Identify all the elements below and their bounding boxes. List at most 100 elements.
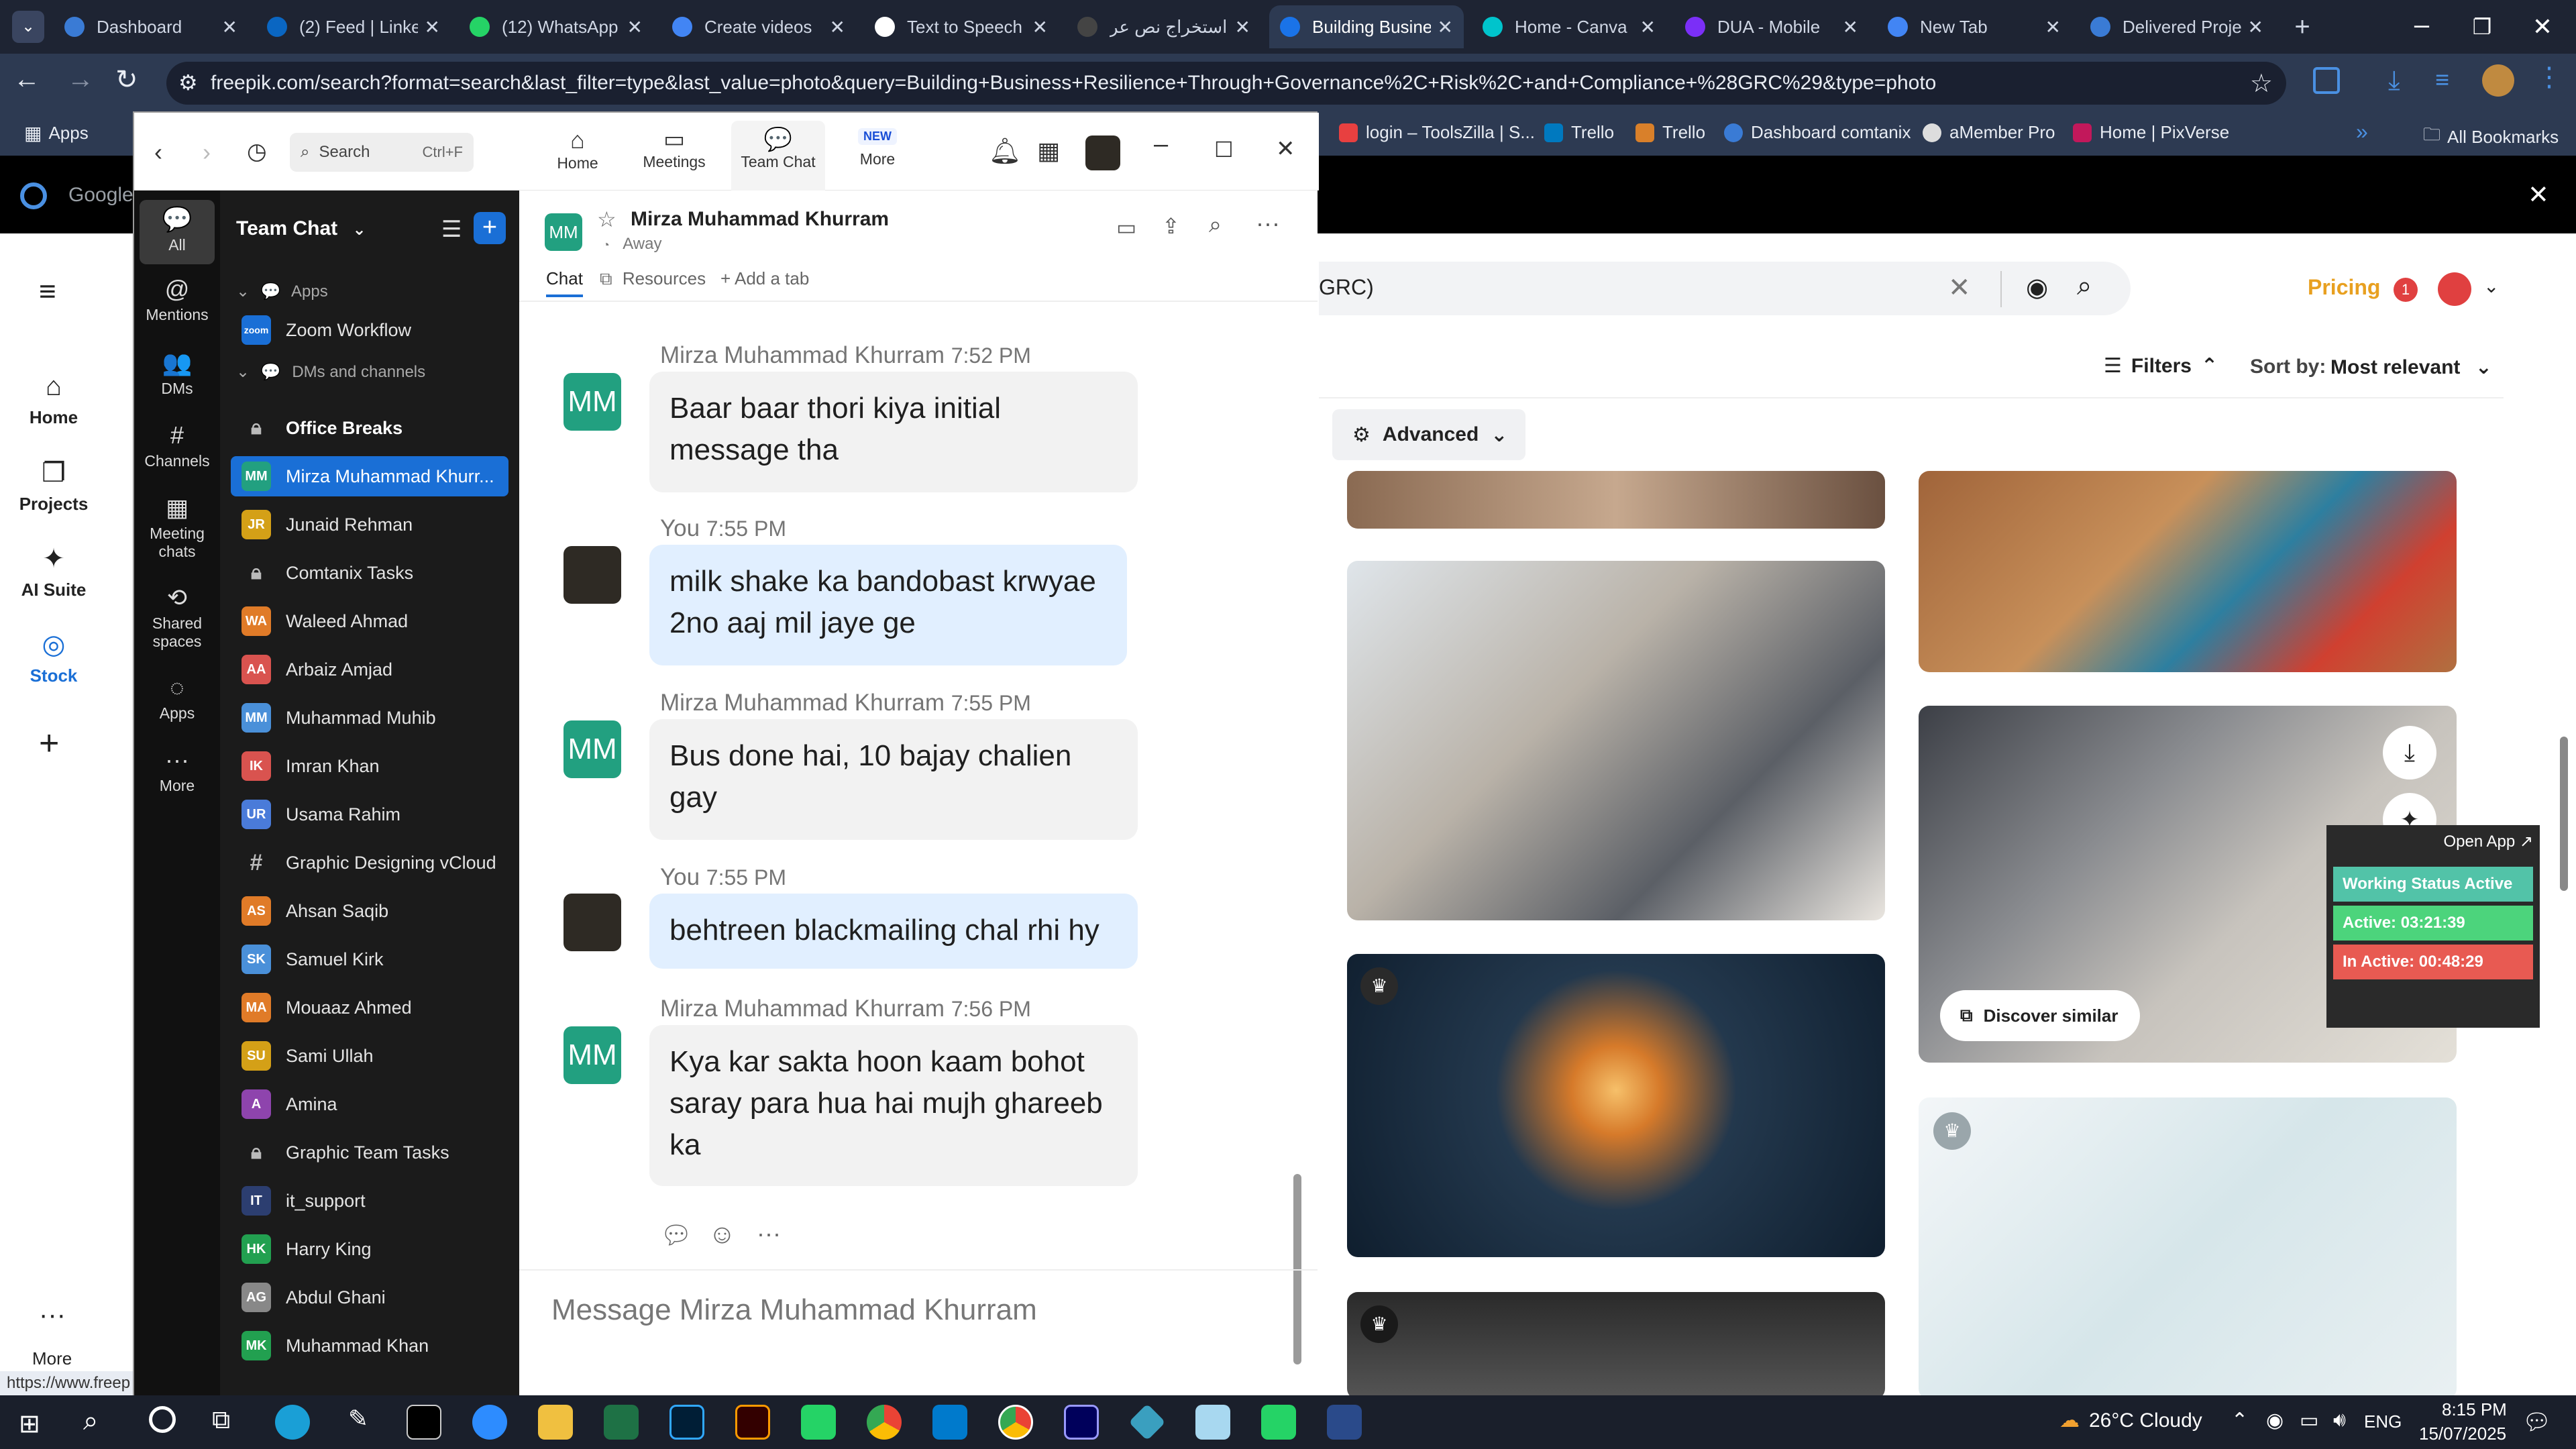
- message-bubble[interactable]: Bus done hai, 10 bajay chalien gay: [649, 719, 1138, 840]
- browser-tab[interactable]: Create videos ✕: [661, 5, 856, 48]
- filters-button[interactable]: ☰ Filters ⌃: [2104, 354, 2218, 378]
- tab-close-icon[interactable]: ✕: [2248, 16, 2263, 38]
- bookmark-item[interactable]: Trello: [1635, 122, 1705, 143]
- nav-meetings[interactable]: ▭ Meetings: [637, 126, 711, 171]
- favorite-star-icon[interactable]: ☆: [597, 207, 616, 232]
- taskbar-photoshop-icon[interactable]: [669, 1405, 704, 1440]
- apps-section-header[interactable]: ⌄ 💬 Apps: [236, 282, 328, 301]
- browser-tab[interactable]: Home - Canva ✕: [1472, 5, 1666, 48]
- bookmarks-overflow-icon[interactable]: »: [2356, 119, 2368, 144]
- bookmark-apps[interactable]: ▦ Apps: [24, 122, 89, 144]
- sender-avatar[interactable]: MM: [564, 373, 621, 431]
- zoom-back-icon[interactable]: ‹: [154, 138, 162, 166]
- list-item[interactable]: WA Waleed Ahmad: [231, 601, 508, 641]
- bookmark-item[interactable]: Home | PixVerse: [2073, 122, 2229, 143]
- history-icon[interactable]: ◷: [247, 138, 267, 165]
- rail-item-shared-spaces[interactable]: ⟲ Shared spaces: [140, 584, 215, 651]
- bookmark-item[interactable]: login – ToolsZilla | S...: [1339, 122, 1535, 143]
- list-item[interactable]: IK Imran Khan: [231, 746, 508, 786]
- filter-icon[interactable]: ☰: [441, 216, 462, 243]
- taskbar-illustrator-icon[interactable]: [735, 1405, 770, 1440]
- rail-item-more[interactable]: ··· More: [140, 746, 215, 795]
- minimize-window-button[interactable]: –: [2402, 7, 2442, 47]
- taskbar-zoom-icon[interactable]: [472, 1405, 507, 1440]
- new-tab-button[interactable]: +: [2288, 12, 2317, 42]
- taskbar-pen-icon[interactable]: ✎: [341, 1405, 376, 1440]
- list-item[interactable]: 🔒︎ Comtanix Tasks: [231, 553, 508, 593]
- rail-item-apps[interactable]: ◌ Apps: [140, 674, 215, 722]
- tab-close-icon[interactable]: ✕: [2045, 16, 2061, 38]
- more-options-icon[interactable]: ···: [757, 1220, 781, 1248]
- volume-icon[interactable]: 🔊︎: [2333, 1409, 2346, 1432]
- tray-overflow-icon[interactable]: ⌃: [2231, 1409, 2248, 1432]
- search-icon[interactable]: ⌕: [2077, 271, 2092, 301]
- list-item[interactable]: UR Usama Rahim: [231, 794, 508, 835]
- browser-tab[interactable]: (2) Feed | Linke ✕: [256, 5, 451, 48]
- forward-icon[interactable]: →: [67, 64, 94, 95]
- calendar-icon[interactable]: ▦: [1037, 137, 1060, 165]
- nav-more[interactable]: NEW More: [844, 126, 911, 168]
- message-bubble[interactable]: milk shake ka bandobast krwyae 2no aaj m…: [649, 545, 1127, 665]
- list-item[interactable]: MA Mouaaz Ahmed: [231, 987, 508, 1028]
- taskbar-premiere-icon[interactable]: [1064, 1405, 1099, 1440]
- taskbar-app-icon[interactable]: [1195, 1405, 1230, 1440]
- taskbar-app-icon[interactable]: [1128, 1403, 1166, 1441]
- browser-tab[interactable]: DUA - Mobile ✕: [1674, 5, 1869, 48]
- browser-tab[interactable]: Building Busine ✕: [1269, 5, 1464, 48]
- contact-avatar[interactable]: MM: [545, 213, 582, 251]
- notification-badge[interactable]: 1: [2394, 278, 2418, 302]
- tab-close-icon[interactable]: ✕: [1032, 16, 1048, 38]
- list-item[interactable]: HK Harry King: [231, 1229, 508, 1269]
- dms-section-header[interactable]: ⌄ 💬 DMs and channels: [236, 362, 425, 382]
- video-call-icon[interactable]: ▭: [1116, 215, 1136, 240]
- result-image[interactable]: [1347, 561, 1885, 920]
- discover-similar-button[interactable]: ⧉ Discover similar: [1940, 990, 2140, 1041]
- message-bubble[interactable]: Kya kar sakta hoon kaam bohot saray para…: [649, 1025, 1138, 1186]
- taskbar-excel-icon[interactable]: [604, 1405, 639, 1440]
- banner-close-icon[interactable]: ✕: [2528, 180, 2549, 210]
- taskbar-chrome-icon[interactable]: [998, 1405, 1033, 1440]
- camera-search-icon[interactable]: ◉: [2026, 272, 2048, 303]
- user-avatar[interactable]: [2438, 272, 2471, 306]
- browser-tab[interactable]: Dashboard ✕: [54, 5, 248, 48]
- sender-avatar[interactable]: MM: [564, 1026, 621, 1084]
- result-image[interactable]: ♛: [1919, 1097, 2457, 1399]
- message-bubble[interactable]: Baar baar thori kiya initial message tha: [649, 372, 1138, 492]
- clock-time[interactable]: 8:15 PM: [2442, 1399, 2507, 1420]
- my-avatar[interactable]: [564, 546, 621, 604]
- tab-close-icon[interactable]: ✕: [1843, 16, 1858, 38]
- meet-now-icon[interactable]: ◉: [2266, 1409, 2284, 1432]
- search-bar[interactable]: [1319, 262, 2131, 315]
- rail-item-all[interactable]: 💬 All: [140, 205, 215, 254]
- browser-tab[interactable]: Delivered Proje ✕: [2080, 5, 2274, 48]
- site-info-icon[interactable]: ⚙: [178, 70, 198, 95]
- sidebar-more-label[interactable]: More: [32, 1348, 72, 1369]
- list-item[interactable]: SU Sami Ullah: [231, 1036, 508, 1076]
- taskbar-terminal-icon[interactable]: [407, 1405, 441, 1440]
- new-chat-button[interactable]: +: [474, 212, 506, 244]
- sidebar-item-stock[interactable]: ◎ Stock: [0, 629, 107, 686]
- chevron-down-icon[interactable]: ⌄: [2483, 275, 2499, 297]
- page-scrollbar[interactable]: [2560, 737, 2568, 891]
- search-icon[interactable]: ⌕: [83, 1406, 98, 1436]
- profile-avatar[interactable]: [2482, 64, 2514, 97]
- search-icon[interactable]: ⌕: [1209, 212, 1222, 238]
- browser-menu-icon[interactable]: ⋮: [2536, 62, 2563, 93]
- tab-chat[interactable]: Chat: [546, 268, 583, 297]
- extensions-icon[interactable]: [2313, 67, 2340, 94]
- language-indicator[interactable]: ENG: [2364, 1411, 2402, 1432]
- list-item[interactable]: A Amina: [231, 1084, 508, 1124]
- message-bubble[interactable]: behtreen blackmailing chal rhi hy: [649, 894, 1138, 969]
- list-item[interactable]: MK Muhammad Khan: [231, 1326, 508, 1366]
- share-screen-icon[interactable]: ⇪: [1162, 213, 1180, 239]
- contact-name[interactable]: Mirza Muhammad Khurram: [631, 208, 889, 231]
- nav-home[interactable]: ⌂ Home: [547, 126, 608, 172]
- taskbar-edge-icon[interactable]: [275, 1405, 310, 1440]
- reply-in-thread-icon[interactable]: 💬︎: [660, 1221, 692, 1250]
- task-view-icon[interactable]: ⧉: [212, 1406, 230, 1435]
- browser-tab[interactable]: (12) WhatsApp ✕: [459, 5, 653, 48]
- zoom-search-input[interactable]: ⌕ Search Ctrl+F: [290, 133, 474, 172]
- tab-search-button[interactable]: ⌄: [12, 11, 44, 43]
- zoom-forward-icon[interactable]: ›: [203, 138, 211, 166]
- taskbar-phone-icon[interactable]: [801, 1405, 836, 1440]
